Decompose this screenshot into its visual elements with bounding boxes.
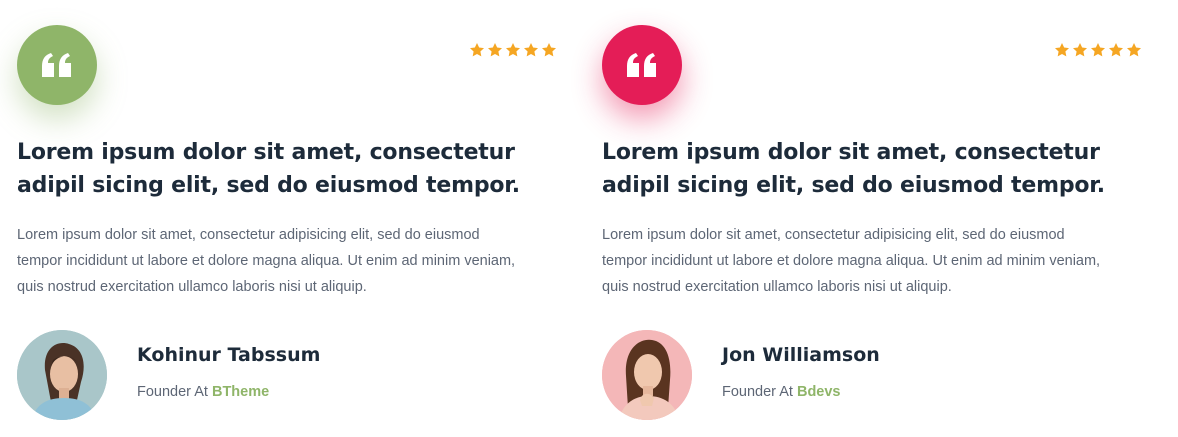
testimonial-headline: Lorem ipsum dolor sit amet, consectetur … xyxy=(17,140,520,198)
star-icon xyxy=(1091,43,1105,57)
testimonial-card: Lorem ipsum dolor sit amet, consectetur … xyxy=(17,0,577,437)
author-name: Jon Williamson xyxy=(722,344,880,366)
author-company-link[interactable]: BTheme xyxy=(212,384,269,400)
author-name: Kohinur Tabssum xyxy=(137,344,321,366)
star-icon xyxy=(1055,43,1069,57)
quote-icon xyxy=(17,25,97,105)
avatar xyxy=(602,330,692,420)
testimonial-card: Lorem ipsum dolor sit amet, consectetur … xyxy=(602,0,1162,437)
star-icon xyxy=(470,43,484,57)
star-icon xyxy=(524,43,538,57)
avatar xyxy=(17,330,107,420)
star-icon xyxy=(1109,43,1123,57)
star-icon xyxy=(1073,43,1087,57)
author-role-prefix: Founder At xyxy=(722,384,793,400)
star-icon xyxy=(542,43,556,57)
quote-icon xyxy=(602,25,682,105)
author-company-link[interactable]: Bdevs xyxy=(797,384,841,400)
star-icon xyxy=(506,43,520,57)
author-role-prefix: Founder At xyxy=(137,384,208,400)
testimonial-text: Lorem ipsum dolor sit amet, consectetur … xyxy=(17,227,516,295)
testimonial-headline: Lorem ipsum dolor sit amet, consectetur … xyxy=(602,140,1105,198)
star-icon xyxy=(488,43,502,57)
rating-stars xyxy=(469,42,557,58)
star-icon xyxy=(1127,43,1141,57)
testimonial-text: Lorem ipsum dolor sit amet, consectetur … xyxy=(602,227,1101,295)
author-role: Founder At Bdevs xyxy=(722,384,841,400)
author-role: Founder At BTheme xyxy=(137,384,269,400)
rating-stars xyxy=(1054,42,1142,58)
